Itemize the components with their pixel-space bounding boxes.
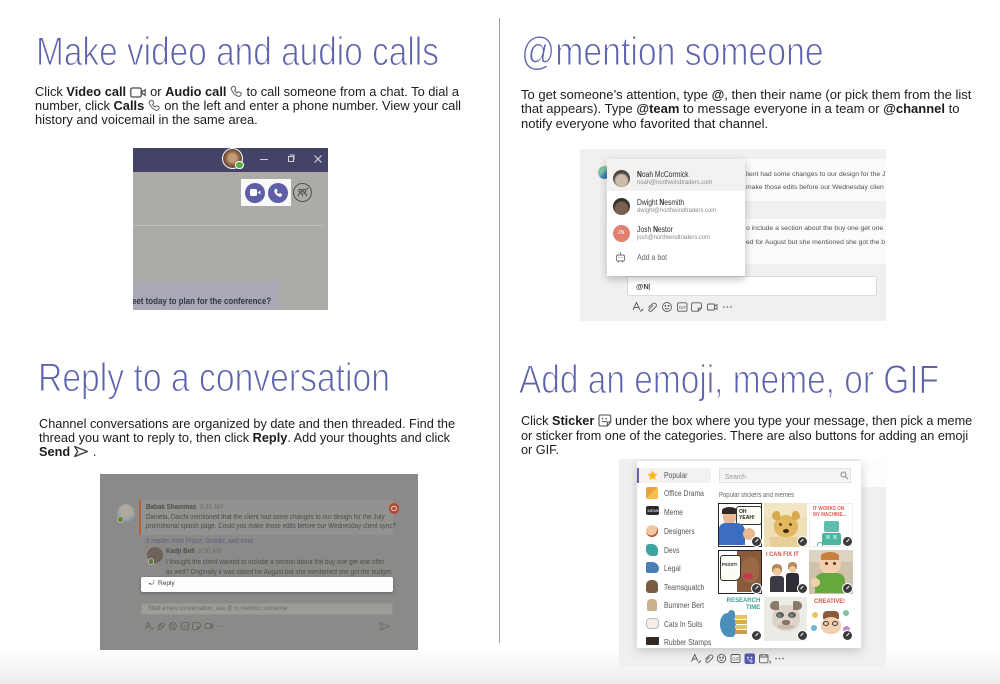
svg-text:GIF: GIF (182, 625, 189, 629)
svg-text:GIF: GIF (679, 305, 687, 310)
svg-text:GIF: GIF (732, 656, 739, 661)
